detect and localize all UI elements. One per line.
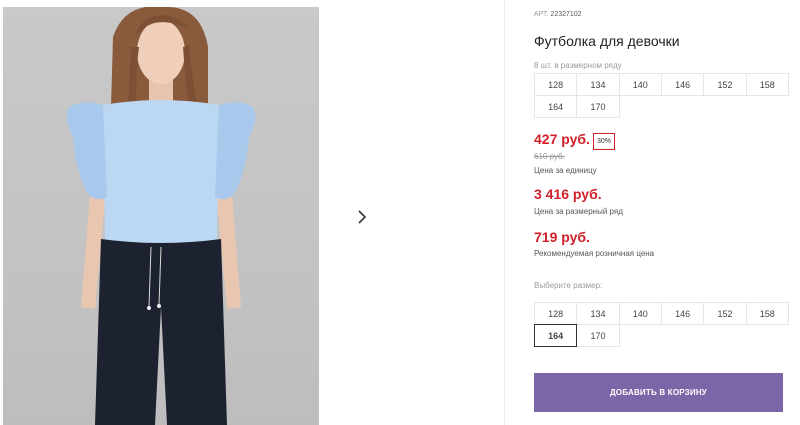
choose-size-label: Выберите размер: [534,281,603,290]
product-title: Футболка для девочки [534,33,680,49]
product-gallery [0,0,505,425]
pack-note: 8 шт. в размерном ряду [534,61,622,70]
unit-price: 427 руб. [534,131,590,147]
pack-size-cell: 158 [745,73,789,96]
pack-size-grid: 128 134 140 146 152 158 164 170 [534,73,789,118]
product-photo[interactable] [3,7,319,425]
pack-size-cell: 146 [660,73,705,96]
sku-label: АРТ. [534,11,549,18]
chevron-right-icon [357,209,366,224]
model-illustration [66,7,256,425]
size-option[interactable]: 152 [703,302,747,325]
pack-size-cell: 128 [534,73,578,96]
size-option[interactable]: 170 [576,324,620,347]
pack-size-cell: 140 [618,73,662,96]
pack-size-cell: 164 [534,95,578,118]
sku-value: 22327102 [550,11,582,18]
next-image-button[interactable] [342,197,381,236]
pack-price-note: Цена за размерный ряд [534,207,623,216]
size-selector: 128 134 140 146 152 158 164 170 [534,302,789,347]
retail-price-note: Рекомендуемая розничная цена [534,249,655,258]
sku: АРТ. 22327102 [534,11,582,18]
size-option[interactable]: 140 [618,302,662,325]
pack-size-cell: 152 [703,73,747,96]
size-option-selected[interactable]: 164 [534,324,578,347]
unit-price-note: Цена за единицу [534,166,597,175]
add-to-cart-button[interactable]: ДОБАВИТЬ В КОРЗИНУ [534,373,783,412]
pack-size-cell: 134 [576,73,620,96]
discount-badge: 30% [593,133,616,150]
pack-price: 3 416 руб. [534,186,602,202]
size-option[interactable]: 146 [660,302,705,325]
old-price: 610 руб. [534,152,565,161]
size-option[interactable]: 134 [576,302,620,325]
size-option[interactable]: 158 [745,302,789,325]
size-option[interactable]: 128 [534,302,578,325]
retail-price: 719 руб. [534,229,590,245]
pack-size-cell: 170 [576,95,620,118]
